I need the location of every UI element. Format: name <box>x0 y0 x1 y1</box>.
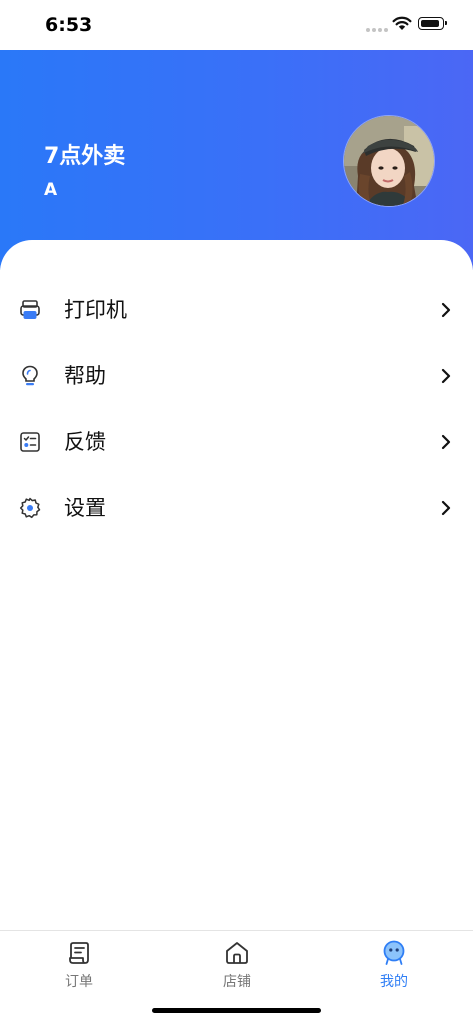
avatar[interactable] <box>343 115 435 207</box>
shop-name: 7点外卖 <box>44 144 126 169</box>
status-time: 6:53 <box>45 14 93 36</box>
tab-mine[interactable]: 我的 <box>339 931 449 1001</box>
menu-item-label: 打印机 <box>64 298 127 322</box>
tab-label: 订单 <box>65 974 93 990</box>
cellular-signal-icon <box>366 28 388 32</box>
gear-icon <box>19 497 41 519</box>
profile-header: 7点外卖 A <box>0 50 473 270</box>
menu-item-label: 设置 <box>64 496 106 520</box>
menu-item-feedback[interactable]: 反馈 <box>0 414 473 470</box>
menu-item-label: 帮助 <box>64 364 106 388</box>
wifi-icon <box>392 16 412 30</box>
printer-icon <box>20 300 40 319</box>
lightbulb-icon <box>22 365 38 386</box>
order-receipt-icon <box>69 942 89 964</box>
menu-item-help[interactable]: 帮助 <box>0 348 473 404</box>
store-home-icon <box>226 942 248 964</box>
menu-item-printer[interactable]: 打印机 <box>0 282 473 338</box>
status-bar: 6:53 <box>0 0 473 50</box>
home-indicator[interactable] <box>152 1008 321 1013</box>
menu-item-settings[interactable]: 设置 <box>0 480 473 536</box>
menu-item-label: 反馈 <box>64 430 106 454</box>
user-name: A <box>44 180 58 200</box>
tab-orders[interactable]: 订单 <box>24 931 134 1001</box>
battery-icon <box>418 17 447 30</box>
menu-card: 打印机 帮助 反馈 设置 <box>0 240 473 930</box>
tab-store[interactable]: 店铺 <box>182 931 292 1001</box>
chevron-right-icon <box>441 302 451 318</box>
tab-label: 店铺 <box>223 974 251 990</box>
chevron-right-icon <box>441 368 451 384</box>
chevron-right-icon <box>441 500 451 516</box>
tab-label: 我的 <box>380 974 408 990</box>
feedback-checklist-icon <box>20 432 40 452</box>
chevron-right-icon <box>441 434 451 450</box>
profile-mascot-icon <box>383 940 405 965</box>
